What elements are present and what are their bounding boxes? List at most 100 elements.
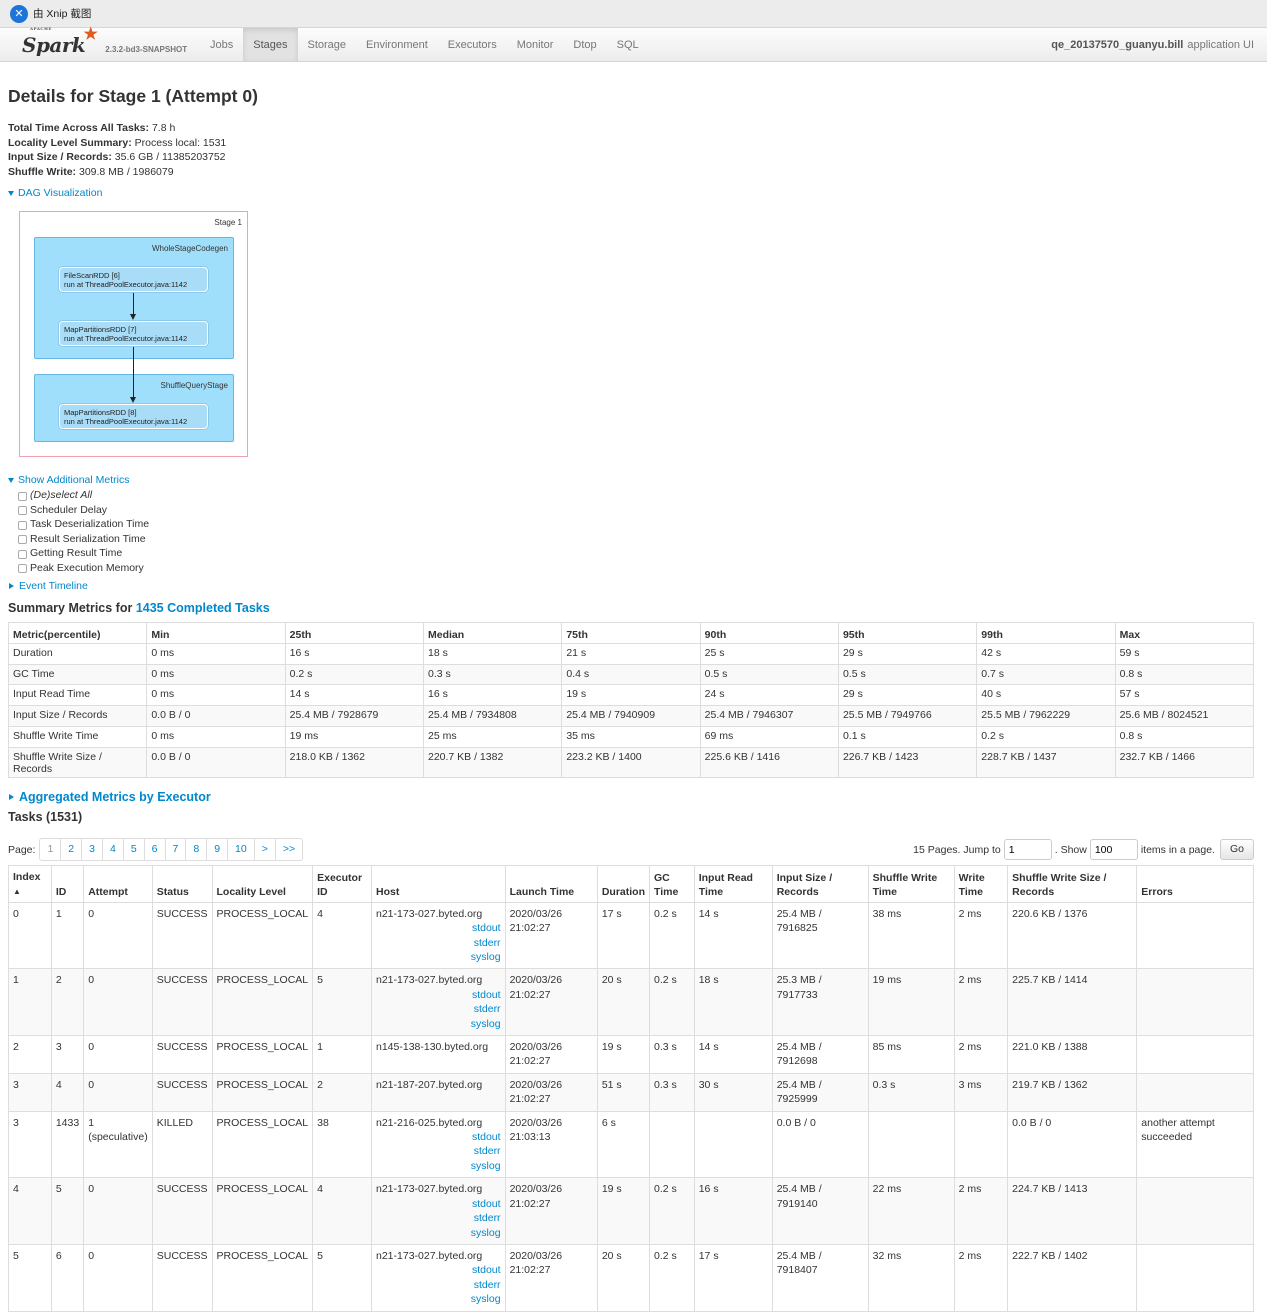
task-launch-date: 2020/03/26 (509, 1041, 563, 1054)
metric-option-checkbox[interactable] (18, 491, 27, 501)
task-launch-clock: 21:02:27 (509, 922, 551, 935)
tasks-column-header[interactable]: Duration (596, 864, 651, 903)
stderr-link[interactable]: stderr (376, 1211, 501, 1225)
tasks-column-header[interactable]: Host (371, 864, 506, 903)
syslog-link[interactable]: syslog (376, 950, 501, 964)
stdout-link[interactable]: stdout (376, 1263, 501, 1277)
dag-stage-label: Stage 1 (214, 218, 242, 227)
tasks-column-header[interactable]: Errors (1136, 864, 1254, 903)
summary-metrics-column-header[interactable]: 95th (837, 622, 978, 644)
tasks-column-header[interactable]: Input Size / Records (771, 864, 869, 903)
page-link[interactable]: >> (274, 839, 302, 861)
task-attempt-number: 0 (88, 974, 95, 987)
nav-tab-sql[interactable]: SQL (607, 28, 649, 61)
page-link[interactable]: 3 (81, 839, 102, 861)
stdout-link[interactable]: stdout (376, 1197, 501, 1211)
metric-option[interactable]: Peak Execution Memory (18, 561, 1254, 576)
task-launch-date: 2020/03/26 (509, 974, 563, 987)
go-button[interactable]: Go (1219, 839, 1254, 861)
page-link[interactable]: 2 (60, 839, 81, 861)
stderr-link[interactable]: stderr (376, 1144, 501, 1158)
page-link[interactable]: > (253, 839, 275, 861)
summary-metrics-column-header[interactable]: Max (1114, 622, 1255, 644)
tasks-column-header[interactable]: Index ▲ (8, 864, 52, 903)
tasks-column-header[interactable]: ID (50, 864, 85, 903)
tasks-column-header[interactable]: Write Time (953, 864, 1009, 903)
aggregated-metrics-toggle[interactable]: Aggregated Metrics by Executor (8, 790, 1254, 804)
summary-metrics-column-header[interactable]: Metric(percentile) (7, 622, 148, 644)
dag-visualization-toggle[interactable]: DAG Visualization (8, 187, 1254, 199)
task-shuffle-write-size: 221.0 KB / 1388 (1007, 1035, 1138, 1074)
summary-metrics-cell: 14 s (284, 684, 424, 707)
metric-option-checkbox[interactable] (18, 549, 27, 559)
metric-option-checkbox[interactable] (18, 506, 27, 516)
tasks-column-header[interactable]: Status (151, 864, 213, 903)
page-size-input[interactable] (1089, 839, 1138, 861)
tasks-column-header[interactable]: Attempt (83, 864, 153, 903)
summary-metrics-column-header[interactable]: 75th (561, 622, 701, 644)
page-link[interactable]: 4 (101, 839, 123, 861)
summary-metrics-column-header[interactable]: 90th (699, 622, 839, 644)
page-link[interactable]: 7 (164, 839, 186, 861)
stderr-link[interactable]: stderr (376, 936, 501, 950)
task-attempt: 0 (83, 1072, 153, 1112)
task-status: KILLED (151, 1110, 213, 1179)
nav-tab-environment[interactable]: Environment (356, 28, 438, 61)
tasks-column-header[interactable]: Executor ID (312, 864, 372, 903)
metric-option[interactable]: Getting Result Time (18, 546, 1254, 561)
nav-tab-monitor[interactable]: Monitor (507, 28, 564, 61)
nav-tab-stages[interactable]: Stages (243, 28, 298, 61)
task-duration: 6 s (596, 1110, 651, 1179)
stderr-link[interactable]: stderr (376, 1002, 501, 1016)
summary-item-label: Input Size / Records: (8, 151, 112, 163)
tasks-column-header[interactable]: GC Time (649, 864, 695, 903)
task-index: 1 (8, 968, 52, 1037)
page-link[interactable]: 6 (143, 839, 165, 861)
summary-metrics-cell: 25.5 MB / 7949766 (837, 705, 978, 727)
nav-tab-executors[interactable]: Executors (438, 28, 507, 61)
page-link[interactable]: 8 (185, 839, 206, 861)
spark-logo[interactable]: APACHE Spark ★ (22, 24, 98, 57)
syslog-link[interactable]: syslog (376, 1017, 501, 1031)
summary-metrics-column-header[interactable]: 99th (976, 622, 1116, 644)
summary-metrics-column-header[interactable]: Median (422, 622, 563, 644)
syslog-link[interactable]: syslog (376, 1226, 501, 1240)
metric-option-checkbox[interactable] (18, 535, 27, 545)
pager-label: Page: (8, 843, 36, 856)
brand[interactable]: APACHE Spark ★ 2.3.2-bd3-SNAPSHOT (0, 24, 200, 61)
metric-option-checkbox[interactable] (18, 564, 27, 574)
stdout-link[interactable]: stdout (376, 988, 501, 1002)
summary-metrics-column-header[interactable]: Min (146, 622, 286, 644)
tasks-column-header[interactable]: Locality Level (211, 864, 314, 903)
syslog-link[interactable]: syslog (376, 1159, 501, 1173)
page-link[interactable]: 9 (206, 839, 227, 861)
nav-tab-storage[interactable]: Storage (298, 28, 357, 61)
page-link[interactable]: 5 (122, 839, 144, 861)
metric-option[interactable]: (De)select All (18, 488, 1254, 503)
event-timeline-toggle[interactable]: Event Timeline (8, 580, 1254, 592)
dag-node-mappartitionsrdd-7[interactable]: MapPartitionsRDD [7] run at ThreadPoolEx… (59, 321, 208, 346)
dag-node-mappartitionsrdd-8[interactable]: MapPartitionsRDD [8] run at ThreadPoolEx… (59, 404, 208, 429)
metric-option-checkbox[interactable] (18, 520, 27, 530)
tasks-column-header[interactable]: Launch Time (504, 864, 598, 903)
metric-option[interactable]: Result Serialization Time (18, 532, 1254, 547)
page-link[interactable]: 10 (227, 839, 254, 861)
stdout-link[interactable]: stdout (376, 1130, 501, 1144)
nav-tab-jobs[interactable]: Jobs (200, 28, 243, 61)
completed-tasks-link[interactable]: 1435 Completed Tasks (136, 601, 270, 615)
dag-node-filescanrdd[interactable]: FileScanRDD [6] run at ThreadPoolExecuto… (59, 267, 208, 292)
tasks-column-header[interactable]: Shuffle Write Time (867, 864, 955, 903)
stdout-link[interactable]: stdout (376, 921, 501, 935)
tasks-column-header[interactable]: Shuffle Write Size / Records (1007, 864, 1138, 903)
metric-option[interactable]: Task Deserialization Time (18, 517, 1254, 532)
page-link[interactable]: 1 (40, 839, 60, 860)
summary-metrics-cell: 19 s (561, 684, 701, 707)
metric-option[interactable]: Scheduler Delay (18, 503, 1254, 518)
additional-metrics-toggle[interactable]: Show Additional Metrics (8, 474, 1254, 486)
capture-bar: ✕ 由 Xnip 截图 (0, 0, 1267, 28)
syslog-link[interactable]: syslog (376, 1292, 501, 1306)
summary-metrics-column-header[interactable]: 25th (284, 622, 424, 644)
tasks-column-header[interactable]: Input Read Time (693, 864, 773, 903)
nav-tab-dtop[interactable]: Dtop (563, 28, 606, 61)
jump-to-page-input[interactable] (1003, 839, 1052, 861)
